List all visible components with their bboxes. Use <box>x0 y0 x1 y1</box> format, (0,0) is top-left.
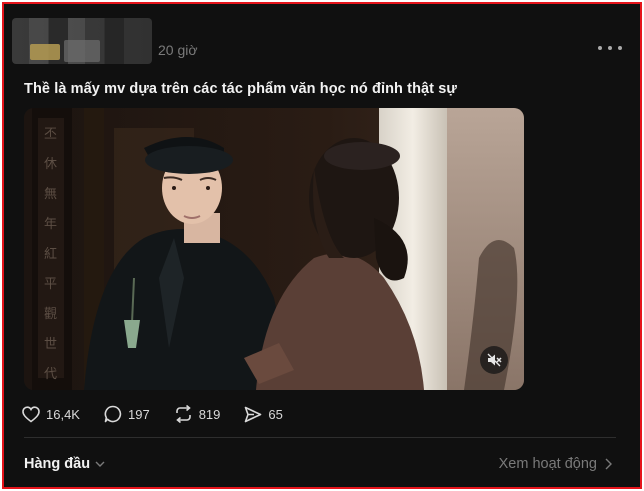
comment-button[interactable]: 197 <box>104 405 150 423</box>
video-frame-image: 丕休無 年紅平 觀世代 <box>24 108 524 390</box>
send-icon <box>245 406 262 422</box>
repost-icon <box>175 405 191 423</box>
share-count: 65 <box>268 406 283 422</box>
post-caption: Thề là mấy mv dựa trên các tác phẩm văn … <box>24 81 458 97</box>
share-button[interactable]: 65 <box>244 406 283 423</box>
svg-text:平: 平 <box>44 277 57 292</box>
svg-text:年: 年 <box>44 217 57 232</box>
like-button[interactable]: 16,4K <box>22 405 80 423</box>
chevron-down-icon <box>95 461 105 467</box>
svg-text:丕: 丕 <box>44 127 57 142</box>
speaker-muted-icon <box>487 353 502 367</box>
heart-icon <box>22 405 40 423</box>
sort-dropdown[interactable]: Hàng đầu <box>24 456 105 472</box>
like-count: 16,4K <box>46 406 80 422</box>
post-header: 20 giờ <box>12 14 632 64</box>
view-activity-link[interactable]: Xem hoạt động <box>499 456 612 472</box>
video-player[interactable]: 丕休無 年紅平 觀世代 <box>24 108 524 390</box>
svg-text:休: 休 <box>44 157 57 172</box>
comment-count: 197 <box>127 406 150 422</box>
post-actions-bar: 16,4K 197 819 65 <box>22 404 307 424</box>
svg-text:紅: 紅 <box>44 247 57 262</box>
sort-label: Hàng đầu <box>24 456 91 472</box>
mute-toggle-button[interactable] <box>480 346 508 374</box>
repost-count: 819 <box>198 406 221 422</box>
svg-text:觀: 觀 <box>44 307 57 322</box>
blurred-author-avatar[interactable] <box>12 18 152 64</box>
post-card: 20 giờ Thề là mấy mv dựa trên các tác ph… <box>2 2 642 489</box>
repost-button[interactable]: 819 <box>174 405 221 423</box>
view-activity-label: Xem hoạt động <box>498 456 597 472</box>
chevron-right-icon <box>605 458 612 470</box>
svg-text:代: 代 <box>44 367 57 382</box>
more-options-icon[interactable] <box>598 44 622 52</box>
post-timestamp: 20 giờ <box>158 42 198 58</box>
svg-text:世: 世 <box>44 337 57 352</box>
comment-bubble-icon <box>104 405 122 423</box>
divider <box>24 437 616 438</box>
svg-text:無: 無 <box>44 187 57 202</box>
